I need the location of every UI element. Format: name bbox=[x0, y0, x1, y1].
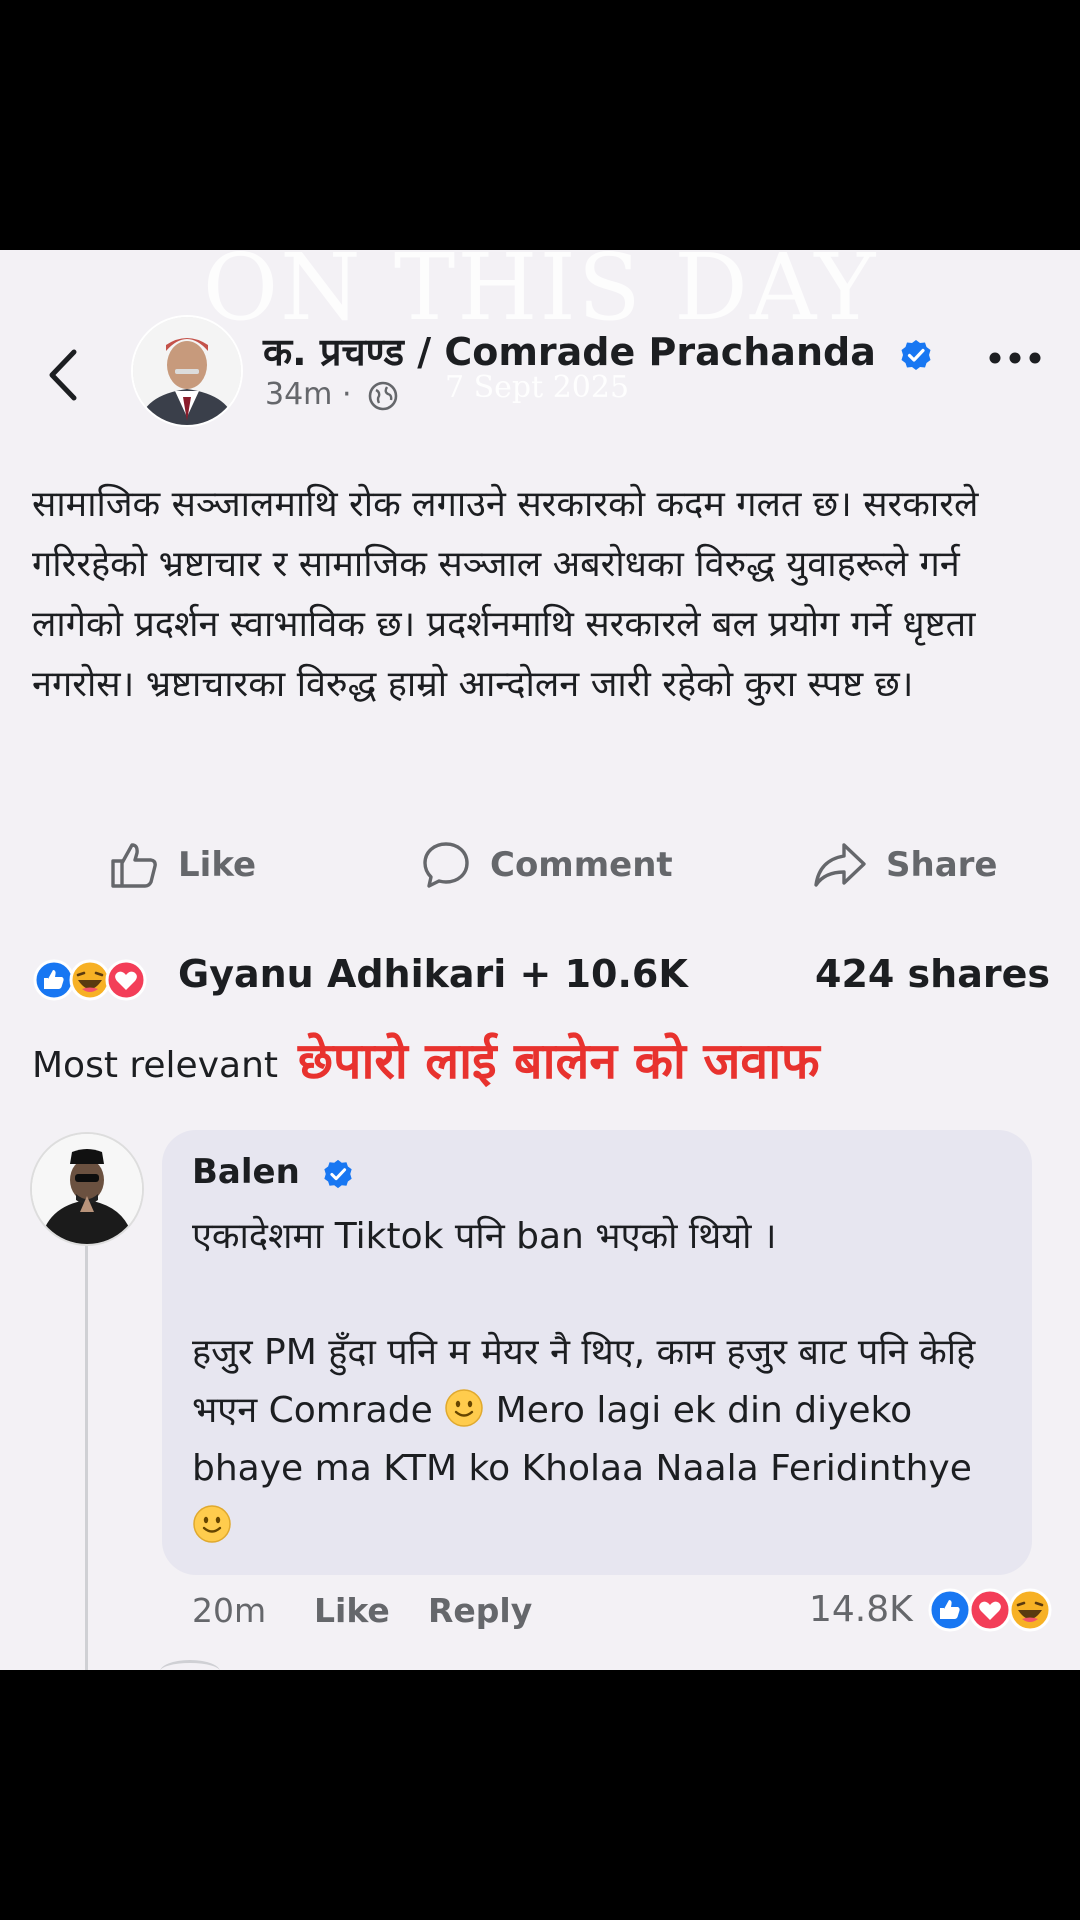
commenter-portrait bbox=[32, 1134, 142, 1244]
comment-line-2: हजुर PM हुँदा पनि म मेयर नै थिए, काम हजु… bbox=[192, 1324, 1012, 1556]
post-author[interactable]: क. प्रचण्ड / Comrade Prachanda bbox=[263, 325, 933, 377]
back-arrow-icon[interactable] bbox=[38, 340, 90, 410]
comment-body: एकादेशमा Tiktok पनि ban भएको थियो । हजुर… bbox=[192, 1208, 1012, 1556]
comment-reaction-icons[interactable] bbox=[927, 1585, 1062, 1635]
author-portrait bbox=[133, 317, 241, 425]
more-options-icon[interactable] bbox=[985, 348, 1045, 368]
reactions-count[interactable]: Gyanu Adhikari + 10.6K bbox=[178, 952, 688, 996]
haha-reaction-icon bbox=[69, 959, 111, 1001]
post-meta: 34m · bbox=[265, 377, 399, 412]
comment-bubble: Balen एकादेशमा Tiktok पनि ban भएको थियो … bbox=[162, 1130, 1032, 1575]
post-actions-bar: Like Comment Share bbox=[0, 835, 1080, 895]
comment-time: 20m bbox=[192, 1591, 267, 1630]
verified-badge-icon bbox=[323, 1159, 352, 1188]
commenter-name[interactable]: Balen bbox=[192, 1152, 354, 1192]
smile-emoji-icon bbox=[193, 1505, 231, 1543]
comment-like-button[interactable]: Like bbox=[314, 1591, 390, 1630]
commenter-avatar[interactable] bbox=[30, 1132, 144, 1246]
post-screen: ON THIS DAY 7 Sept 2025 क. प्रचण्ड / Com… bbox=[0, 250, 1080, 1670]
like-label: Like bbox=[178, 845, 257, 885]
share-icon bbox=[814, 843, 866, 887]
overlay-caption: छेपारो लाई बालेन को जवाफ bbox=[298, 1032, 820, 1090]
like-reaction-icon bbox=[33, 959, 75, 1001]
shares-count[interactable]: 424 shares bbox=[815, 952, 1050, 996]
comment-line-1: एकादेशमा Tiktok पनि ban भएको थियो । bbox=[192, 1216, 777, 1257]
comment-button[interactable]: Comment bbox=[420, 835, 673, 895]
comment-footer: 20m Like Reply 14.8K bbox=[192, 1585, 1062, 1645]
love-reaction-icon bbox=[968, 1588, 1012, 1632]
haha-reaction-icon bbox=[1008, 1588, 1052, 1632]
share-label: Share bbox=[886, 845, 998, 885]
commenter-name-text[interactable]: Balen bbox=[192, 1152, 300, 1192]
post-time: 34m bbox=[265, 377, 333, 412]
author-avatar[interactable] bbox=[131, 315, 243, 427]
verified-badge-icon bbox=[901, 339, 931, 370]
post-author-name[interactable]: क. प्रचण्ड / Comrade Prachanda bbox=[263, 330, 876, 374]
smile-emoji-icon bbox=[445, 1389, 483, 1427]
thread-line bbox=[85, 1225, 88, 1670]
comment-sort-selector[interactable]: Most relevant bbox=[32, 1045, 278, 1086]
share-button[interactable]: Share bbox=[812, 835, 997, 895]
like-icon bbox=[111, 843, 157, 888]
comment-reply-button[interactable]: Reply bbox=[428, 1591, 532, 1630]
globe-icon bbox=[368, 381, 398, 410]
reactions-summary[interactable]: Gyanu Adhikari + 10.6K 424 shares bbox=[30, 950, 1050, 1010]
comment-label: Comment bbox=[490, 845, 673, 885]
like-button[interactable]: Like bbox=[108, 835, 256, 895]
next-comment-avatar-edge bbox=[160, 1660, 220, 1670]
comment-reaction-count[interactable]: 14.8K bbox=[809, 1589, 913, 1630]
reaction-icons bbox=[33, 959, 147, 1001]
comment-icon bbox=[423, 842, 469, 888]
post-text: सामाजिक सञ्जालमाथि रोक लगाउने सरकारको कद… bbox=[32, 484, 979, 705]
meta-separator: · bbox=[341, 377, 352, 412]
love-reaction-icon bbox=[105, 959, 147, 1001]
like-reaction-icon bbox=[928, 1588, 972, 1632]
